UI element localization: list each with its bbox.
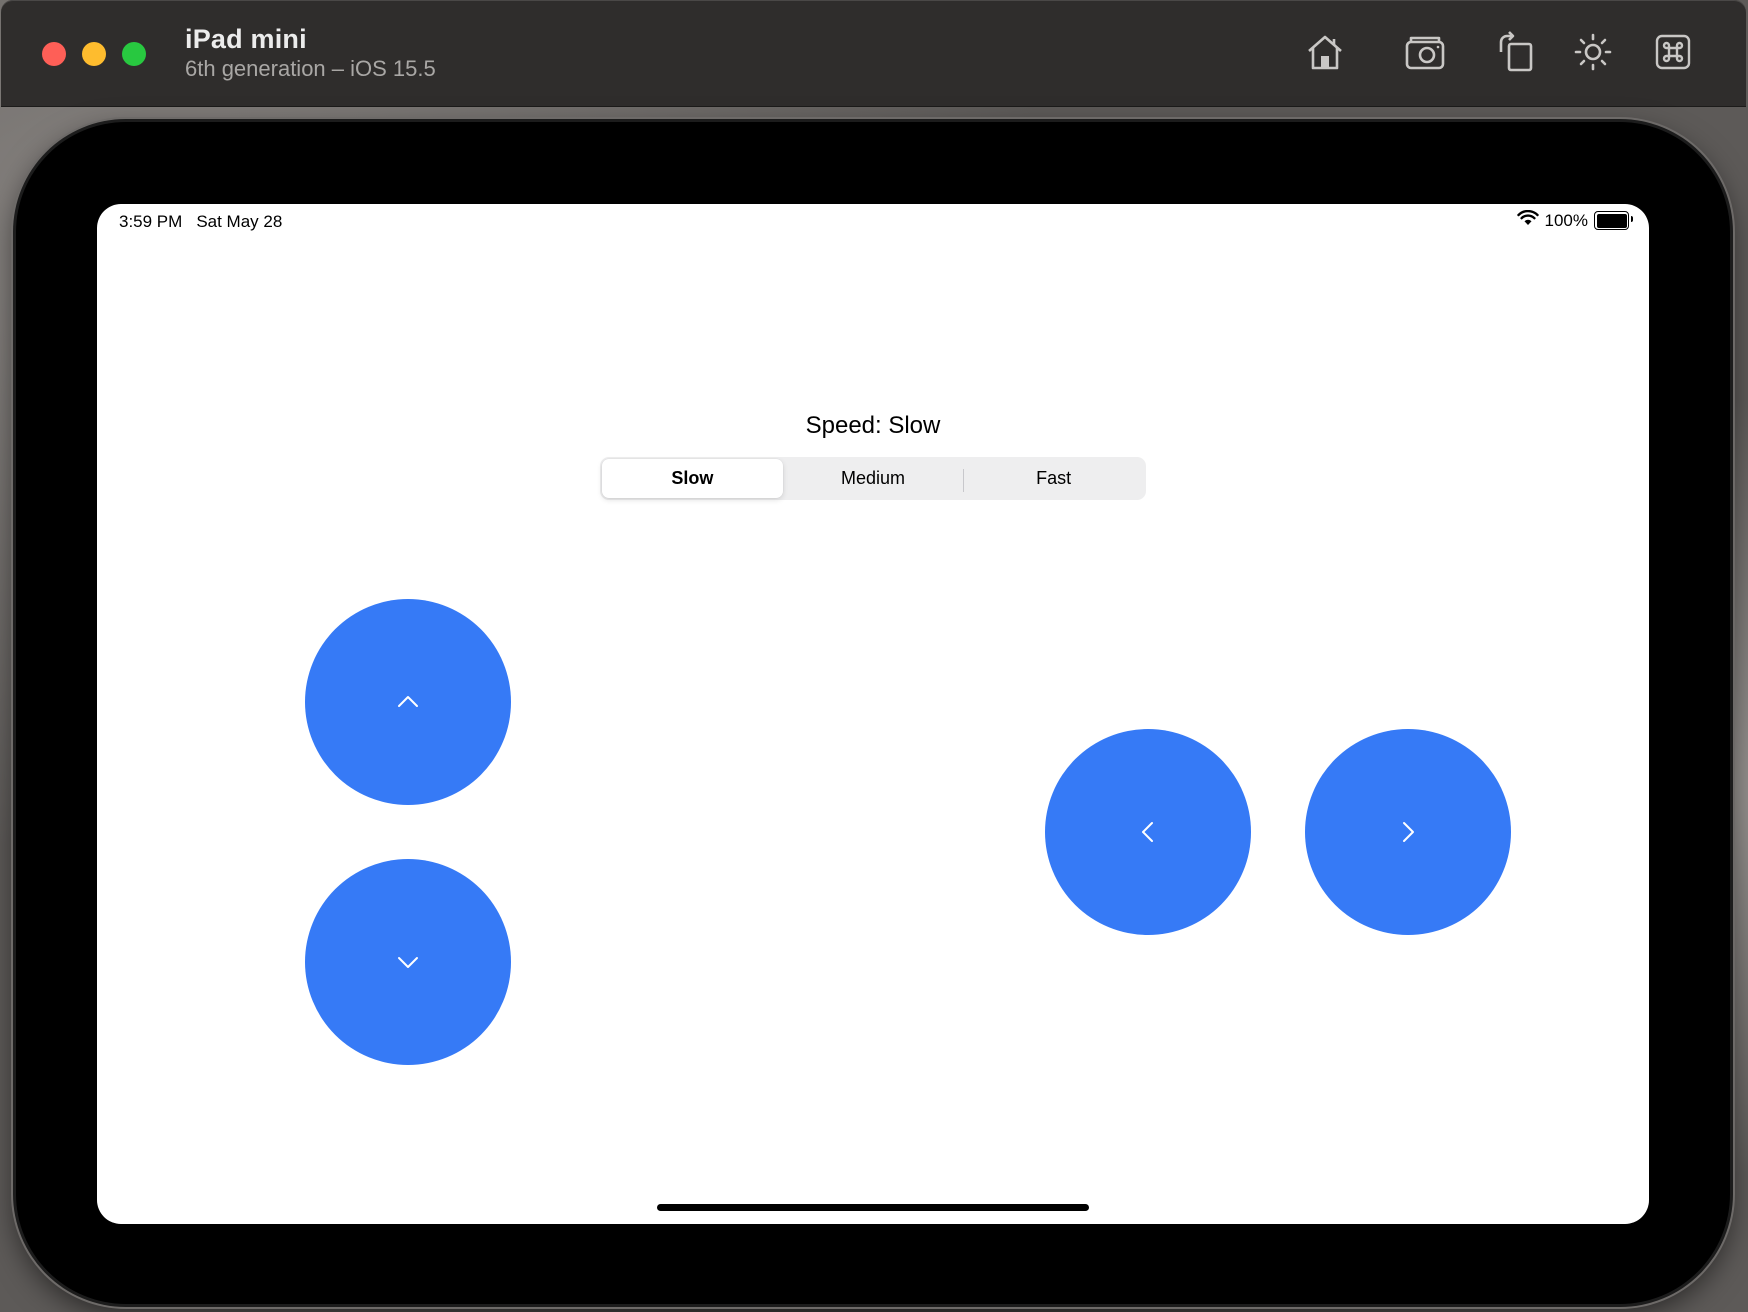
segment-medium[interactable]: Medium bbox=[783, 459, 964, 498]
right-button[interactable] bbox=[1305, 729, 1511, 935]
close-window-button[interactable] bbox=[42, 42, 66, 66]
segment-fast[interactable]: Fast bbox=[963, 459, 1144, 498]
ipad-screen: 3:59 PM Sat May 28 100% Speed: Slow Slow… bbox=[97, 204, 1649, 1224]
status-date: Sat May 28 bbox=[196, 212, 283, 231]
home-icon[interactable] bbox=[1303, 30, 1347, 74]
down-button[interactable] bbox=[305, 859, 511, 1065]
status-time: 3:59 PM bbox=[119, 212, 183, 231]
simulator-title-bar: iPad mini 6th generation – iOS 15.5 bbox=[1, 0, 1746, 107]
chevron-left-icon bbox=[1142, 822, 1153, 842]
chevron-down-icon bbox=[398, 957, 418, 968]
segment-slow[interactable]: Slow bbox=[602, 459, 783, 498]
status-bar-right: 100% bbox=[1516, 209, 1633, 231]
rotate-icon[interactable] bbox=[1493, 30, 1537, 74]
chevron-up-icon bbox=[398, 696, 418, 707]
minimize-window-button[interactable] bbox=[82, 42, 106, 66]
window-subtitle: 6th generation – iOS 15.5 bbox=[185, 56, 436, 81]
speed-segmented-control: Slow Medium Fast bbox=[600, 457, 1146, 500]
zoom-window-button[interactable] bbox=[122, 42, 146, 66]
wifi-icon bbox=[1516, 209, 1539, 231]
status-bar-left: 3:59 PM Sat May 28 bbox=[119, 212, 282, 232]
home-indicator[interactable] bbox=[657, 1204, 1089, 1211]
left-button[interactable] bbox=[1045, 729, 1251, 935]
battery-fill bbox=[1596, 213, 1627, 228]
chevron-right-icon bbox=[1403, 822, 1414, 842]
up-button[interactable] bbox=[305, 599, 511, 805]
speed-label: Speed: Slow bbox=[805, 412, 941, 439]
appearance-icon[interactable] bbox=[1571, 30, 1615, 74]
battery-icon bbox=[1594, 211, 1633, 230]
screenshot-icon[interactable] bbox=[1403, 30, 1447, 74]
window-title: iPad mini bbox=[185, 24, 307, 54]
battery-percent: 100% bbox=[1544, 210, 1588, 230]
command-icon[interactable] bbox=[1651, 30, 1695, 74]
